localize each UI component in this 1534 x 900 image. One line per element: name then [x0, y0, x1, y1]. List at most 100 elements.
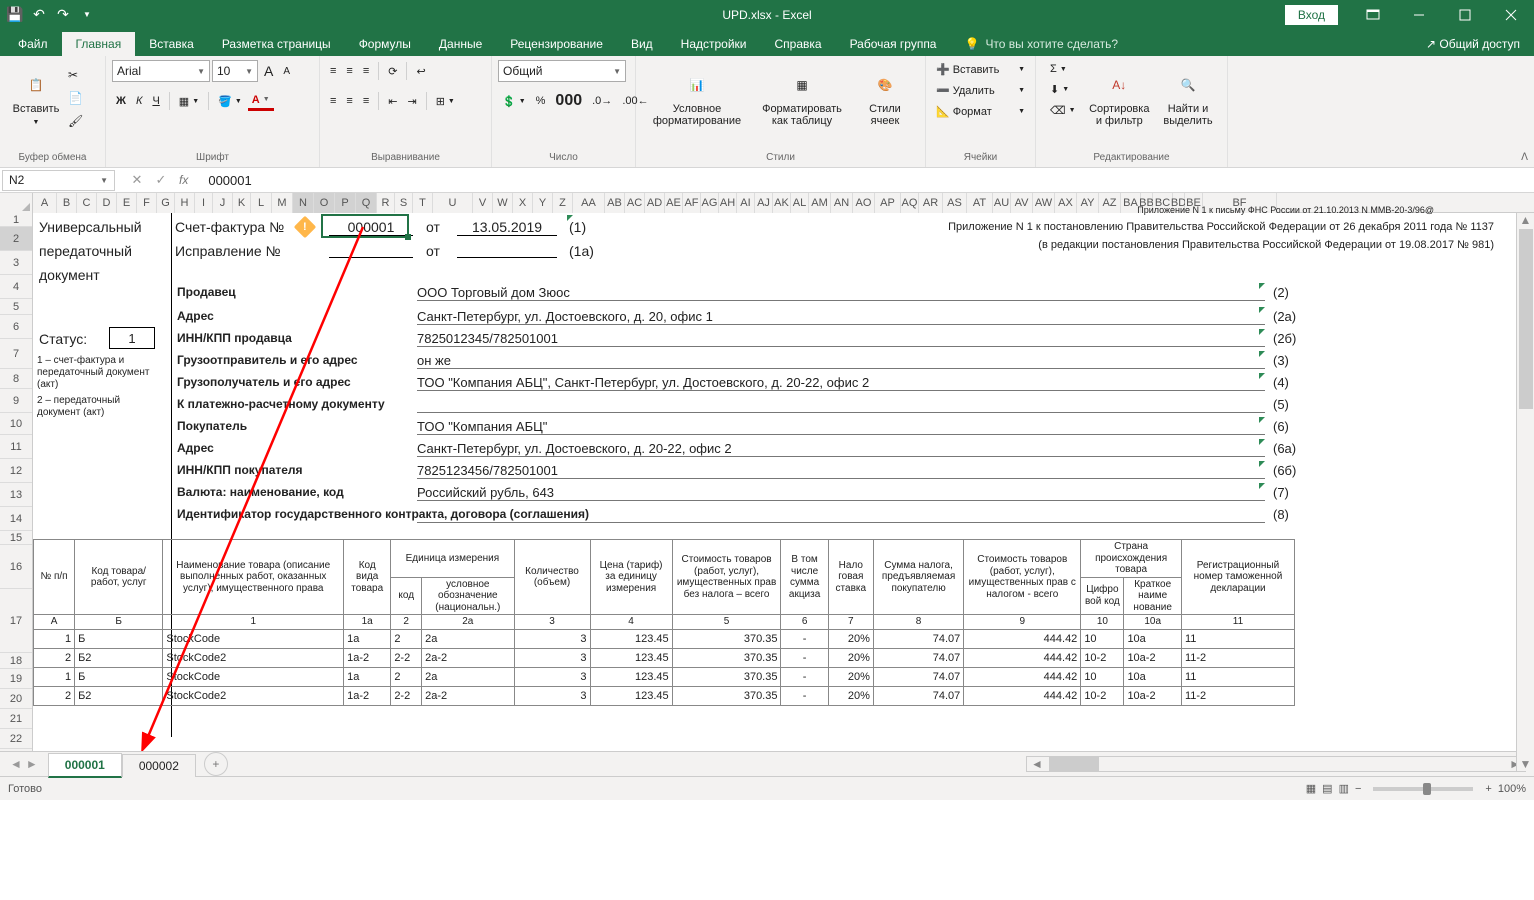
table-row[interactable]: 1БStockCode1а 22а3123.45 370.35-20%74.07…	[34, 629, 1295, 648]
orientation-icon[interactable]: ⟳	[384, 63, 401, 80]
col-header[interactable]: Q	[356, 193, 377, 213]
col-header[interactable]: S	[395, 193, 413, 213]
col-header[interactable]: J	[213, 193, 233, 213]
field-value[interactable]	[417, 397, 1265, 413]
tab-insert[interactable]: Вставка	[135, 32, 208, 56]
qat-dropdown-icon[interactable]: ▼	[80, 8, 94, 22]
col-header[interactable]: O	[314, 193, 335, 213]
col-header[interactable]: T	[413, 193, 433, 213]
find-select-button[interactable]: 🔍 Найти и выделить	[1155, 59, 1221, 137]
zoom-out-icon[interactable]: −	[1355, 783, 1361, 795]
col-header[interactable]: V	[473, 193, 493, 213]
percent-icon[interactable]: %	[532, 93, 550, 109]
col-header[interactable]: M	[272, 193, 293, 213]
table-row[interactable]: 2Б2StockCode21а-2 2-22а-23123.45 370.35-…	[34, 648, 1295, 667]
insert-cells-button[interactable]: ➕Вставить▼	[932, 61, 1029, 78]
col-header[interactable]: D	[97, 193, 117, 213]
col-header[interactable]: AE	[665, 193, 683, 213]
format-cells-button[interactable]: 📐Формат▼	[932, 103, 1029, 120]
col-header[interactable]: L	[251, 193, 272, 213]
vertical-scrollbar[interactable]: ▲ ▼	[1516, 213, 1534, 771]
zoom-slider[interactable]	[1373, 787, 1473, 791]
copy-icon[interactable]: 📄	[68, 91, 83, 105]
col-header[interactable]: B	[57, 193, 77, 213]
field-value[interactable]: он же	[417, 353, 1265, 369]
row-header[interactable]: 18	[0, 653, 32, 669]
row-header[interactable]: 2	[0, 227, 32, 251]
sort-filter-button[interactable]: A↓ Сортировка и фильтр	[1084, 59, 1156, 137]
col-header[interactable]: Z	[553, 193, 573, 213]
formula-bar[interactable]: 000001	[202, 173, 1534, 188]
col-header[interactable]: C	[77, 193, 97, 213]
row-header[interactable]: 8	[0, 369, 32, 389]
col-header[interactable]: AP	[875, 193, 901, 213]
row-header[interactable]: 21	[0, 709, 32, 729]
font-size-combo[interactable]: 10▼	[212, 60, 258, 82]
row-header[interactable]: 19	[0, 669, 32, 689]
spreadsheet-grid[interactable]: ABCDEFGHIJKLMNOPQRSTUVWXYZAAABACADAEAFAG…	[0, 193, 1534, 751]
table-row[interactable]: 1БStockCode1а 22а3123.45 370.35-20%74.07…	[34, 667, 1295, 686]
col-header[interactable]: AJ	[755, 193, 773, 213]
col-header[interactable]: G	[157, 193, 175, 213]
correction-date[interactable]	[457, 243, 557, 258]
align-center-icon[interactable]: ≡	[342, 93, 356, 109]
col-header[interactable]: K	[233, 193, 251, 213]
field-value[interactable]	[417, 507, 1265, 523]
align-top-icon[interactable]: ≡	[326, 63, 340, 79]
row-header[interactable]: 17	[0, 589, 32, 653]
col-header[interactable]: AN	[831, 193, 853, 213]
row-header[interactable]: 16	[0, 545, 32, 589]
font-color-icon[interactable]: A▼	[248, 92, 274, 111]
smart-tag-icon[interactable]: !	[294, 216, 317, 239]
col-header[interactable]: W	[493, 193, 513, 213]
row-header[interactable]: 12	[0, 459, 32, 483]
tellme-search[interactable]: 💡Что вы хотите сделать?	[950, 32, 1132, 56]
row-header[interactable]: 9	[0, 389, 32, 413]
wrap-text-icon[interactable]: ↩	[412, 63, 429, 80]
row-header[interactable]: 5	[0, 299, 32, 315]
col-header[interactable]: AT	[967, 193, 993, 213]
row-header[interactable]: 4	[0, 275, 32, 299]
col-header[interactable]: U	[433, 193, 473, 213]
format-painter-icon[interactable]: 🖌	[68, 114, 83, 128]
zoom-level[interactable]: 100%	[1498, 783, 1526, 795]
row-header[interactable]: 11	[0, 435, 32, 459]
col-header[interactable]: X	[513, 193, 533, 213]
undo-icon[interactable]: ↶	[32, 8, 46, 22]
tab-data[interactable]: Данные	[425, 32, 496, 56]
field-value[interactable]: ТОО "Компания АБЦ"	[417, 419, 1265, 435]
sheet-tab-2[interactable]: 000002	[122, 754, 196, 777]
borders-icon[interactable]: ▦▼	[175, 93, 203, 110]
fill-icon[interactable]: ⬇▼	[1046, 81, 1080, 98]
col-header[interactable]: AC	[625, 193, 645, 213]
zoom-in-icon[interactable]: +	[1485, 783, 1491, 795]
col-header[interactable]: AR	[919, 193, 943, 213]
tab-help[interactable]: Справка	[761, 32, 836, 56]
tab-nav-last-icon[interactable]: ►	[26, 757, 38, 771]
col-header[interactable]: AL	[791, 193, 809, 213]
tab-home[interactable]: Главная	[62, 32, 136, 56]
col-header[interactable]: AF	[683, 193, 701, 213]
font-name-combo[interactable]: Arial▼	[112, 60, 210, 82]
row-header[interactable]: 14	[0, 507, 32, 531]
col-header[interactable]: AV	[1011, 193, 1033, 213]
tab-review[interactable]: Рецензирование	[496, 32, 617, 56]
add-sheet-button[interactable]: +	[204, 752, 228, 776]
col-header[interactable]: R	[377, 193, 395, 213]
select-all-corner[interactable]	[0, 193, 33, 213]
col-header[interactable]: AQ	[901, 193, 919, 213]
col-header[interactable]: Y	[533, 193, 553, 213]
col-header[interactable]: AX	[1055, 193, 1077, 213]
col-header[interactable]: AD	[645, 193, 665, 213]
field-value[interactable]: 7825123456/782501001	[417, 463, 1265, 479]
sheet-tab-1[interactable]: 000001	[48, 753, 122, 778]
cell-styles-button[interactable]: 🎨 Стили ячеек	[852, 59, 918, 137]
col-header[interactable]: AY	[1077, 193, 1099, 213]
cut-icon[interactable]: ✂	[68, 68, 83, 82]
row-header[interactable]: 7	[0, 339, 32, 369]
close-button[interactable]	[1488, 0, 1534, 29]
col-header[interactable]: A	[33, 193, 57, 213]
row-header[interactable]: 3	[0, 251, 32, 275]
maximize-button[interactable]	[1442, 0, 1488, 29]
col-header[interactable]: AO	[853, 193, 875, 213]
